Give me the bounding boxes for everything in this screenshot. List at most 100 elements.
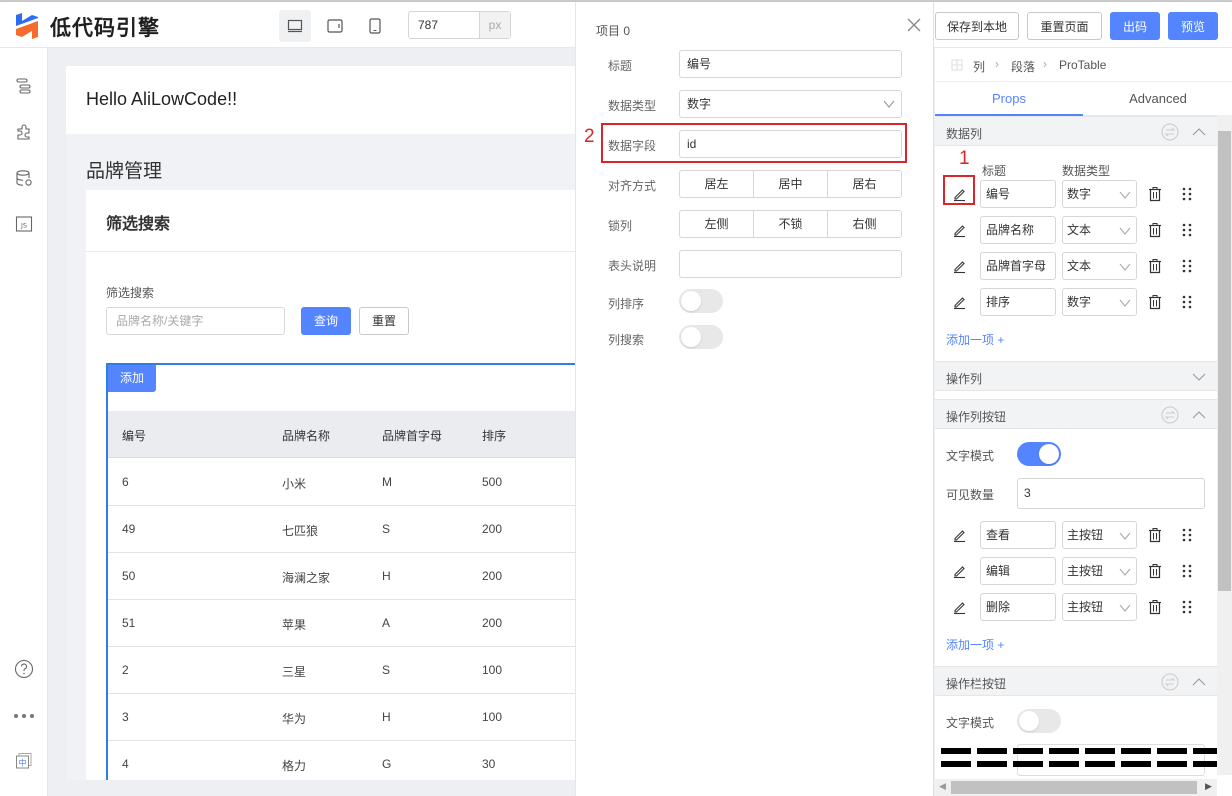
lock-left-option[interactable]: 左侧 (680, 211, 754, 237)
table-row[interactable]: 49 七匹狼 S 200 (108, 506, 575, 553)
scrollbar-thumb[interactable] (951, 781, 1197, 794)
column-header[interactable]: 编号 (122, 427, 146, 444)
drag-handle-icon[interactable] (1179, 294, 1195, 310)
device-phone-button[interactable] (359, 10, 391, 42)
settings-vertical-scrollbar[interactable] (1217, 115, 1232, 775)
device-desktop-button[interactable] (279, 10, 311, 42)
drag-handle-icon[interactable] (1179, 222, 1195, 238)
column-header[interactable]: 品牌首字母 (382, 427, 442, 444)
section-header-action-column[interactable]: 操作列 (935, 361, 1217, 391)
chevron-up-icon[interactable] (1190, 406, 1208, 424)
reset-button[interactable]: 重置 (359, 307, 409, 335)
action-button-type-select[interactable]: 主按钮 (1062, 557, 1137, 585)
action-button-title-input[interactable]: 删除 (980, 593, 1056, 621)
data-column-type-select[interactable]: 数字 (1062, 180, 1137, 208)
edit-pencil-icon[interactable] (952, 186, 968, 202)
action-button-type-select[interactable]: 主按钮 (1062, 593, 1137, 621)
drag-handle-icon[interactable] (1179, 563, 1195, 579)
lock-none-option[interactable]: 不锁 (754, 211, 828, 237)
align-right-option[interactable]: 居右 (828, 171, 901, 197)
table-row[interactable]: 50 海澜之家 H 200 (108, 553, 575, 600)
outline-tree-button[interactable] (12, 74, 36, 98)
variable-bind-icon[interactable] (1161, 673, 1179, 691)
drag-handle-icon[interactable] (1179, 258, 1195, 274)
canvas-width-value[interactable]: 787 (409, 12, 479, 38)
column-search-toggle[interactable] (679, 325, 723, 349)
save-local-button[interactable]: 保存到本地 (935, 12, 1019, 40)
settings-horizontal-scrollbar[interactable]: ◀ ▶ (935, 779, 1217, 796)
scrollbar-thumb[interactable] (1218, 131, 1231, 591)
add-data-column-link[interactable]: 添加一项 + (946, 331, 1004, 348)
data-column-title-input[interactable]: 品牌名称 (980, 216, 1056, 244)
device-tablet-button[interactable] (319, 10, 351, 42)
drag-handle-icon[interactable] (1179, 186, 1195, 202)
edit-pencil-icon[interactable] (952, 599, 968, 615)
section-header-toolbar-buttons[interactable]: 操作栏按钮 (935, 666, 1217, 696)
language-switch-button[interactable]: 中 (12, 749, 36, 773)
title-input[interactable]: 编号 (679, 50, 902, 78)
more-button[interactable] (12, 704, 36, 728)
breadcrumb-item[interactable]: 列 (973, 58, 985, 75)
section-header-data-columns[interactable]: 数据列 (935, 116, 1217, 146)
scroll-left-arrow-icon[interactable]: ◀ (939, 781, 946, 792)
lock-right-option[interactable]: 右侧 (828, 211, 901, 237)
query-button[interactable]: 查询 (301, 307, 351, 335)
add-action-button-link[interactable]: 添加一项 + (946, 636, 1004, 653)
export-code-button[interactable]: 出码 (1110, 12, 1160, 40)
edit-pencil-icon[interactable] (952, 258, 968, 274)
tab-advanced[interactable]: Advanced (1084, 83, 1232, 116)
edit-pencil-icon[interactable] (952, 527, 968, 543)
delete-trash-icon[interactable] (1147, 563, 1163, 579)
datatype-select[interactable]: 数字 (679, 90, 902, 118)
js-code-button[interactable]: JS (12, 212, 36, 236)
align-center-option[interactable]: 居中 (754, 171, 828, 197)
close-icon[interactable] (905, 16, 923, 34)
table-row[interactable]: 3 华为 H 100 (108, 694, 575, 741)
header-desc-input[interactable] (679, 250, 902, 278)
data-column-type-select[interactable]: 文本 (1062, 216, 1137, 244)
action-button-title-input[interactable]: 编辑 (980, 557, 1056, 585)
edit-pencil-icon[interactable] (952, 563, 968, 579)
reset-page-button[interactable]: 重置页面 (1027, 12, 1102, 40)
brand-search-input[interactable]: 品牌名称/关键字 (106, 307, 285, 335)
delete-trash-icon[interactable] (1147, 222, 1163, 238)
pro-table[interactable]: 添加 编号 品牌名称 品牌首字母 排序 6 小米 M 500 49 七匹狼 S 200 50 海澜… (106, 363, 575, 780)
table-row[interactable]: 4 格力 G 30 (108, 741, 575, 780)
delete-trash-icon[interactable] (1147, 258, 1163, 274)
table-row[interactable]: 2 三星 S 100 (108, 647, 575, 694)
help-button[interactable] (12, 657, 36, 681)
text-mode-toggle[interactable] (1017, 442, 1061, 466)
column-header[interactable]: 品牌名称 (282, 427, 330, 444)
datafield-input[interactable]: id (679, 130, 902, 158)
visible-count-input[interactable]: 3 (1017, 478, 1205, 509)
chevron-up-icon[interactable] (1190, 123, 1208, 141)
breadcrumb-item[interactable]: ProTable (1059, 58, 1106, 72)
add-button[interactable]: 添加 (108, 365, 156, 392)
section-header-action-buttons[interactable]: 操作列按钮 (935, 399, 1217, 429)
components-button[interactable] (12, 120, 36, 144)
delete-trash-icon[interactable] (1147, 527, 1163, 543)
edit-pencil-icon[interactable] (952, 222, 968, 238)
column-header[interactable]: 排序 (482, 427, 506, 444)
scroll-right-arrow-icon[interactable]: ▶ (1205, 781, 1212, 792)
preview-button[interactable]: 预览 (1168, 12, 1218, 40)
table-row[interactable]: 51 苹果 A 200 (108, 600, 575, 647)
datasource-button[interactable] (12, 166, 36, 190)
chevron-down-icon[interactable] (1190, 368, 1208, 386)
drag-handle-icon[interactable] (1179, 527, 1195, 543)
align-left-option[interactable]: 居左 (680, 171, 754, 197)
data-column-type-select[interactable]: 文本 (1062, 252, 1137, 280)
canvas-width-input[interactable]: 787 px (408, 11, 511, 39)
drag-handle-icon[interactable] (1179, 599, 1195, 615)
toolbar-text-mode-toggle[interactable] (1017, 709, 1061, 733)
tab-props[interactable]: Props (935, 83, 1083, 116)
column-sort-toggle[interactable] (679, 289, 723, 313)
action-button-title-input[interactable]: 查看 (980, 521, 1056, 549)
data-column-type-select[interactable]: 数字 (1062, 288, 1137, 316)
data-column-title-input[interactable]: 品牌首字母 (980, 252, 1056, 280)
table-row[interactable]: 6 小米 M 500 (108, 459, 575, 506)
data-column-title-input[interactable]: 排序 (980, 288, 1056, 316)
edit-pencil-icon[interactable] (952, 294, 968, 310)
variable-bind-icon[interactable] (1161, 406, 1179, 424)
chevron-up-icon[interactable] (1190, 673, 1208, 691)
